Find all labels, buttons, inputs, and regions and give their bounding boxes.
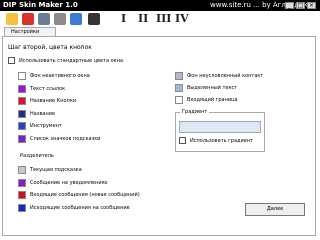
color-label: Текущая подсказка — [30, 167, 82, 173]
color-label: Фон неактивного окна — [30, 73, 90, 79]
window-title: DIP Skin Maker 1.0 — [3, 1, 78, 9]
tab-settings[interactable]: Настройки — [4, 27, 56, 36]
color-label: Список значков подсказки — [30, 135, 101, 142]
color-swatch[interactable] — [18, 166, 26, 174]
standard-colors-label: Использовать стандартные цвета окна — [19, 58, 124, 64]
standard-colors-checkbox[interactable] — [8, 57, 15, 64]
folder-icon[interactable] — [6, 13, 18, 25]
step-1-button[interactable]: I — [121, 12, 126, 25]
color-swatch[interactable] — [18, 84, 26, 93]
color-swatch[interactable] — [18, 134, 26, 143]
color-label: Фон неусловленный контакт — [187, 73, 264, 79]
color-swatch[interactable] — [175, 96, 183, 104]
color-swatch[interactable] — [175, 72, 183, 80]
minimize-icon[interactable]: _ — [285, 2, 294, 9]
stamp-icon[interactable] — [70, 13, 82, 25]
paint-icon[interactable] — [22, 13, 34, 25]
color-swatch[interactable] — [18, 203, 26, 212]
color-label: Сообщение на уведомлениях — [30, 179, 108, 186]
step-4-button[interactable]: IV — [175, 12, 189, 25]
maximize-icon[interactable]: □ — [296, 2, 305, 9]
tools-icon[interactable] — [54, 13, 66, 25]
color-swatch[interactable] — [18, 97, 26, 105]
color-label: Инструмент — [30, 123, 62, 129]
color-label: Название — [30, 110, 56, 117]
app-window: DIP Skin Maker 1.0 www.site.ru ... by Аг… — [0, 0, 320, 240]
color-swatch[interactable] — [18, 122, 26, 130]
disk-icon[interactable] — [38, 13, 50, 25]
color-label: Название Кнопки — [30, 98, 77, 104]
color-label: Текст ссылок — [30, 85, 66, 92]
step-2-button[interactable]: II — [138, 12, 148, 25]
color-label: Исходящие сообщения на сообщение — [30, 204, 130, 211]
color-swatch[interactable] — [18, 109, 26, 118]
step-3-button[interactable]: III — [156, 12, 171, 25]
color-label: Входящий граница — [187, 97, 238, 103]
gradient-preview[interactable] — [179, 121, 261, 133]
color-swatch[interactable] — [18, 191, 26, 199]
gradient-checkbox[interactable] — [179, 137, 186, 144]
section-title: Шаг второй, цвета кнопок — [8, 44, 92, 51]
next-button[interactable]: Далее — [245, 203, 305, 216]
color-label: Выделенный текст — [187, 85, 238, 91]
close-icon[interactable]: × — [307, 2, 316, 9]
color-swatch[interactable] — [18, 178, 26, 187]
gradient-checkbox-label: Использовать градиент — [190, 138, 253, 144]
color-swatch[interactable] — [175, 84, 183, 92]
gradient-group-label: Градиент — [180, 109, 210, 115]
color-label: Входящие сообщения (новая сообщений) — [30, 192, 140, 198]
title-bar: DIP Skin Maker 1.0 www.site.ru ... by Аг… — [0, 0, 320, 11]
monitor-icon[interactable] — [88, 13, 100, 25]
toolbar: I II III IV — [0, 11, 320, 27]
color-swatch[interactable] — [18, 72, 26, 80]
sub-header-label: Разделитель — [20, 153, 54, 159]
